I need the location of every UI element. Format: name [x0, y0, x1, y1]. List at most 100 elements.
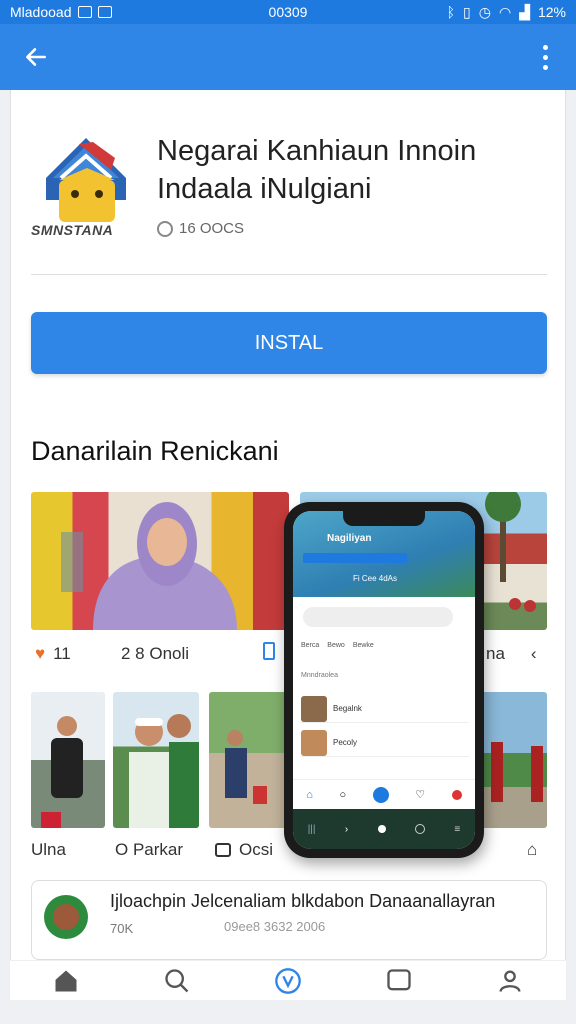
phone-row-thumbnail	[301, 695, 327, 722]
phone-bottom-nav: ⌂ ○ ♡	[293, 779, 475, 809]
status-left-text: Mladooad	[10, 4, 72, 20]
phone-list-row[interactable]: Pecoly	[301, 729, 469, 757]
featured-title: Ijloachpin Jelcenaliam blkdabon Danaanal…	[110, 891, 496, 911]
download-count-icon	[157, 220, 173, 237]
phone-tab[interactable]: Bewke	[353, 642, 374, 649]
man-black-attire-image	[41, 716, 83, 828]
smiling-children-image	[129, 714, 199, 828]
bookmark-icon: ⌂	[527, 840, 538, 859]
dot-icon	[542, 54, 548, 60]
search-icon	[165, 968, 189, 992]
status-right: ᛒ ▯ ◷ ◠ ▟ 12%	[447, 4, 566, 21]
bluetooth-icon: ᛒ	[446, 4, 456, 20]
screenshot-thumbnail[interactable]	[31, 692, 105, 828]
nav-search-button[interactable]	[153, 961, 201, 1001]
screenshot-caption: na ‹	[486, 644, 537, 664]
market-crowd-image	[225, 730, 267, 804]
install-button[interactable]: INSTAL	[31, 312, 547, 374]
chat-icon	[215, 843, 231, 857]
caption-text: na	[486, 644, 505, 663]
featured-subtitle: 70K	[110, 921, 134, 936]
phone-row-label: Pecoly	[333, 738, 358, 747]
dot-icon	[542, 44, 548, 50]
screenshot-caption: Ulna	[31, 840, 66, 860]
screenshot-caption: ♥ 11	[35, 644, 71, 664]
phone-input-placeholder: Mnndraolea	[301, 671, 338, 679]
screenshot-caption	[263, 642, 275, 660]
signal-icon: ▟	[519, 3, 530, 20]
phone-input-row[interactable]: Mnndraolea	[301, 661, 469, 689]
message-icon	[97, 6, 112, 18]
menu-icon[interactable]: ≡	[454, 824, 460, 835]
screenshot-thumbnail[interactable]	[209, 692, 289, 828]
screenshot-thumbnail[interactable]	[31, 492, 289, 630]
compass-icon	[275, 967, 301, 994]
app-detail-card: Negarai Kanhiaun Innoin Indaala iNulgian…	[10, 90, 566, 1000]
status-left: Mladooad	[10, 4, 447, 20]
screenshot-thumbnail[interactable]	[481, 692, 547, 828]
home-icon[interactable]: ⌂	[306, 789, 313, 801]
downloads-count: 16 OOCS	[179, 220, 245, 237]
arrow-left-icon	[26, 48, 46, 66]
nav-home-button[interactable]	[42, 961, 90, 1001]
crowd-outdoor-image	[491, 742, 543, 802]
developer-name[interactable]: SMNSTANA	[31, 222, 113, 238]
hijab-woman-image	[61, 502, 237, 630]
featured-avatar-icon	[44, 895, 88, 939]
downloads-info: 16 OOCS	[157, 220, 244, 237]
status-bar: Mladooad 00309 ᛒ ▯ ◷ ◠ ▟ 12%	[0, 0, 576, 24]
bottom-edge	[0, 1000, 576, 1024]
person-icon	[499, 970, 521, 992]
featured-date: 09ee8 3632 2006	[224, 919, 326, 934]
phone-search-field[interactable]	[303, 607, 453, 627]
caption-text: Ocsi	[239, 840, 273, 859]
nav-profile-button[interactable]	[486, 961, 534, 1001]
phone-title: Nagiliyan	[327, 533, 372, 544]
app-logo-icon	[46, 138, 126, 222]
phone-row-label: Begalnk	[333, 704, 362, 713]
phone-notch	[343, 511, 425, 526]
wifi-icon: ◠	[498, 3, 512, 20]
app-title: Negarai Kanhiaun Innoin Indaala iNulgian…	[157, 135, 477, 205]
dot-icon	[542, 64, 548, 70]
home-ring-icon[interactable]	[415, 824, 425, 834]
screenshot-caption: Ocsi	[215, 840, 273, 860]
notification-icon	[77, 6, 92, 18]
more-options-button[interactable]	[530, 37, 560, 77]
phone-system-bar: ||| › ≡	[293, 809, 475, 849]
heart-icon[interactable]: ♡	[415, 788, 425, 801]
search-icon[interactable]: ○	[340, 789, 347, 801]
back-button[interactable]	[16, 37, 56, 77]
screenshot-caption: ⌂	[527, 840, 537, 860]
phone-screen: Nagiliyan Fi Cee 4dAs Berca Bewo Bewke M…	[293, 511, 475, 849]
chevron-left-icon: ‹	[530, 644, 537, 663]
caption-text: 11	[53, 644, 71, 663]
compass-icon[interactable]	[372, 786, 389, 803]
app-bar	[0, 24, 576, 90]
caption-text: Ulna	[31, 840, 66, 859]
back-icon[interactable]: ›	[345, 824, 348, 835]
nav-apps-button[interactable]	[264, 961, 312, 1001]
vibrate-icon: ▯	[463, 3, 471, 20]
screenshots-section-title: Danarilain Renickani	[31, 436, 279, 466]
nav-messages-button[interactable]	[375, 961, 423, 1001]
phone-mockup: Nagiliyan Fi Cee 4dAs Berca Bewo Bewke M…	[284, 502, 484, 858]
heart-icon: ♥	[35, 644, 46, 663]
phone-subtitle: Fi Cee 4dAs	[353, 574, 398, 583]
home-icon	[55, 970, 77, 991]
home-dot-icon[interactable]	[377, 825, 386, 833]
featured-content-card[interactable]: Ijloachpin Jelcenaliam blkdabon Danaanal…	[31, 880, 547, 960]
divider	[31, 274, 547, 275]
alarm-icon: ◷	[478, 3, 491, 20]
screenshot-thumbnail[interactable]	[113, 692, 199, 828]
caption-text: O Parkar	[115, 840, 184, 859]
phone-icon	[263, 642, 275, 660]
screenshot-caption: 2 8 Onoli	[121, 644, 189, 664]
phone-list-row[interactable]: Begalnk	[301, 695, 469, 723]
notification-icon[interactable]	[451, 789, 462, 800]
phone-tabs: Berca Bewo Bewke	[301, 637, 469, 653]
recent-apps-icon[interactable]: |||	[308, 824, 316, 835]
bottom-navigation	[10, 960, 566, 1000]
phone-tab[interactable]: Berca	[301, 642, 319, 649]
phone-tab[interactable]: Bewo	[327, 642, 345, 649]
